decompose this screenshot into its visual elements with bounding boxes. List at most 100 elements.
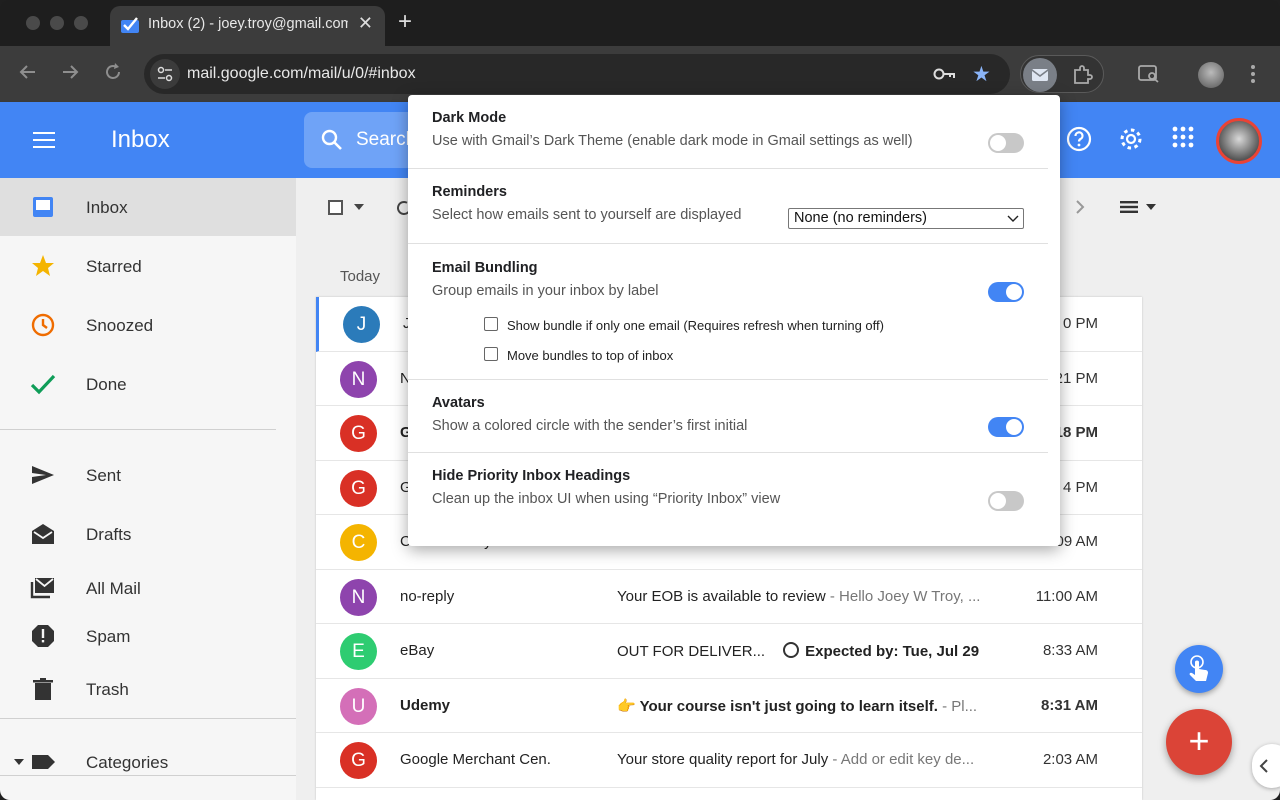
sender-avatar: N [340, 360, 377, 398]
apps-grid-icon[interactable] [1172, 126, 1194, 148]
email-snippet: - Hello Joey W Troy, ... [825, 587, 981, 605]
profile-avatar-small[interactable] [1198, 62, 1224, 88]
email-time: 0 PM [1062, 315, 1098, 332]
sidebar-item-label: Drafts [86, 525, 132, 544]
tab-strip: Inbox (2) - joey.troy@gmail.com ✕ + [0, 0, 1280, 46]
select-all-checkbox[interactable] [328, 200, 343, 215]
sender-name: eBay [400, 642, 435, 659]
sidebar-item-drafts[interactable]: Drafts [0, 505, 296, 563]
email-subject-line: Your EOB is available to review - Hello … [617, 588, 997, 605]
sidebar-item-label: Categories [86, 753, 169, 772]
sidebar-item-label: Snoozed [86, 316, 154, 335]
tab-title: Inbox (2) - joey.troy@gmail.com [148, 16, 348, 32]
url-text: mail.google.com/mail/u/0/#inbox [187, 65, 416, 82]
tab-search-icon[interactable] [1138, 64, 1160, 84]
send-icon [32, 466, 54, 484]
bookmark-star-icon[interactable]: ★ [972, 62, 991, 87]
forward-icon[interactable] [60, 62, 80, 82]
email-bundling-section: Email Bundling Group emails in your inbo… [432, 260, 1048, 299]
browser-menu-icon[interactable] [1250, 64, 1256, 84]
sidebar-item-label: All Mail [86, 579, 141, 598]
email-subject: OUT FOR DELIVER... [617, 643, 766, 660]
sidebar-item-starred[interactable]: Starred [0, 237, 296, 295]
avatars-desc: Show a colored circle with the sender’s … [432, 418, 748, 434]
priority-desc: Clean up the inbox UI when using “Priori… [432, 491, 781, 507]
expected-delivery: Expected by: Tue, Jul 29 [805, 643, 980, 660]
sidebar-item-label: Trash [86, 680, 129, 699]
email-subject: 👉 Your course isn't just going to learn … [617, 697, 938, 715]
minimize-window-button[interactable] [50, 16, 64, 30]
sender-avatar: G [340, 742, 377, 779]
sender-avatar: G [340, 469, 377, 507]
dark-mode-desc: Use with Gmail’s Dark Theme (enable dark… [432, 133, 913, 149]
touch-hand-icon [1189, 655, 1208, 681]
search-icon [321, 129, 342, 150]
menu-icon[interactable] [33, 132, 55, 148]
next-page-icon[interactable] [1074, 199, 1086, 215]
density-menu-icon[interactable] [1120, 200, 1160, 214]
reminders-select[interactable]: None (no reminders) [788, 208, 1024, 229]
key-icon[interactable] [932, 65, 956, 83]
account-avatar[interactable] [1216, 118, 1262, 164]
compose-button[interactable]: + [1166, 709, 1232, 775]
site-info-icon[interactable] [150, 59, 180, 89]
sidebar-item-label: Spam [86, 627, 131, 646]
avatars-toggle[interactable] [988, 417, 1024, 437]
browser-tab-inbox[interactable]: Inbox (2) - joey.troy@gmail.com ✕ [110, 6, 385, 46]
sidebar-item-inbox[interactable]: Inbox [0, 178, 296, 236]
single-bundle-checkbox[interactable] [484, 317, 498, 331]
bundles-top-label: Move bundles to top of inbox [507, 348, 674, 363]
email-row[interactable]: U Udemy 👉 Your course isn't just going to … [316, 679, 1142, 733]
reload-icon[interactable] [103, 62, 123, 82]
single-bundle-label: Show bundle if only one email (Requires … [507, 318, 884, 333]
bundling-toggle[interactable] [988, 282, 1024, 302]
email-row[interactable]: EeBay OUT FOR DELIVER... Expected by: Tue,… [316, 624, 1142, 679]
sidebar-divider [0, 429, 276, 430]
reminders-selected-value: None (no reminders) [794, 210, 927, 226]
clock-icon [31, 313, 55, 337]
side-panel-toggle[interactable] [1252, 744, 1280, 788]
email-row[interactable]: Nno-reply Your EOB is available to review… [316, 570, 1142, 624]
section-heading-today: Today [340, 268, 381, 285]
tutorial-touch-button[interactable] [1175, 645, 1223, 693]
puzzle-icon[interactable] [1071, 64, 1093, 86]
sender-avatar: N [340, 578, 377, 616]
address-bar[interactable]: mail.google.com/mail/u/0/#inbox ★ [144, 54, 1010, 94]
sidebar-divider [0, 718, 296, 719]
settings-gear-icon[interactable] [1118, 126, 1144, 152]
bundles-top-checkbox[interactable] [484, 347, 498, 361]
tab-close-icon[interactable]: ✕ [358, 13, 373, 34]
page-title: Inbox [111, 126, 170, 153]
star-icon [32, 255, 54, 276]
sender-name: Google Merchant Cen. [400, 751, 551, 768]
priority-title: Hide Priority Inbox Headings [432, 468, 631, 484]
new-tab-button[interactable]: + [398, 8, 412, 36]
caret-down-icon[interactable] [14, 759, 24, 767]
select-caret-icon[interactable] [354, 204, 364, 210]
email-row[interactable]: G Google Merchant Cen. Your store quality … [316, 733, 1142, 788]
sidebar-item-label: Inbox [86, 198, 128, 217]
email-subject-line: Your store quality report for July - Add… [617, 751, 997, 768]
inbox-extension-icon[interactable] [1023, 58, 1057, 92]
sidebar-item-spam[interactable]: Spam [0, 607, 296, 665]
sidebar-item-label: Sent [86, 466, 121, 485]
close-window-button[interactable] [26, 16, 40, 30]
all-mail-icon [30, 578, 54, 599]
sidebar-item-sent[interactable]: Sent [0, 446, 296, 504]
sidebar-item-done[interactable]: Done [0, 355, 296, 413]
email-subject: Your EOB is available to review [617, 587, 826, 605]
priority-headings-toggle[interactable] [988, 491, 1024, 511]
email-time: 21 PM [1054, 369, 1098, 387]
browser-window: Inbox (2) - joey.troy@gmail.com ✕ + mail… [0, 0, 1280, 800]
sidebar-item-snoozed[interactable]: Snoozed [0, 296, 296, 354]
sidebar-item-categories[interactable]: Categories [0, 733, 296, 791]
sidebar-item-trash[interactable]: Trash [0, 660, 296, 718]
back-icon[interactable] [18, 62, 38, 82]
sender-avatar: U [340, 687, 377, 725]
dark-mode-toggle[interactable] [988, 133, 1024, 153]
email-snippet: - Pl... [937, 697, 978, 715]
chevron-down-icon [1007, 215, 1019, 222]
maximize-window-button[interactable] [74, 16, 88, 30]
email-time: 8:31 AM [1041, 696, 1098, 714]
help-icon[interactable] [1066, 126, 1092, 152]
